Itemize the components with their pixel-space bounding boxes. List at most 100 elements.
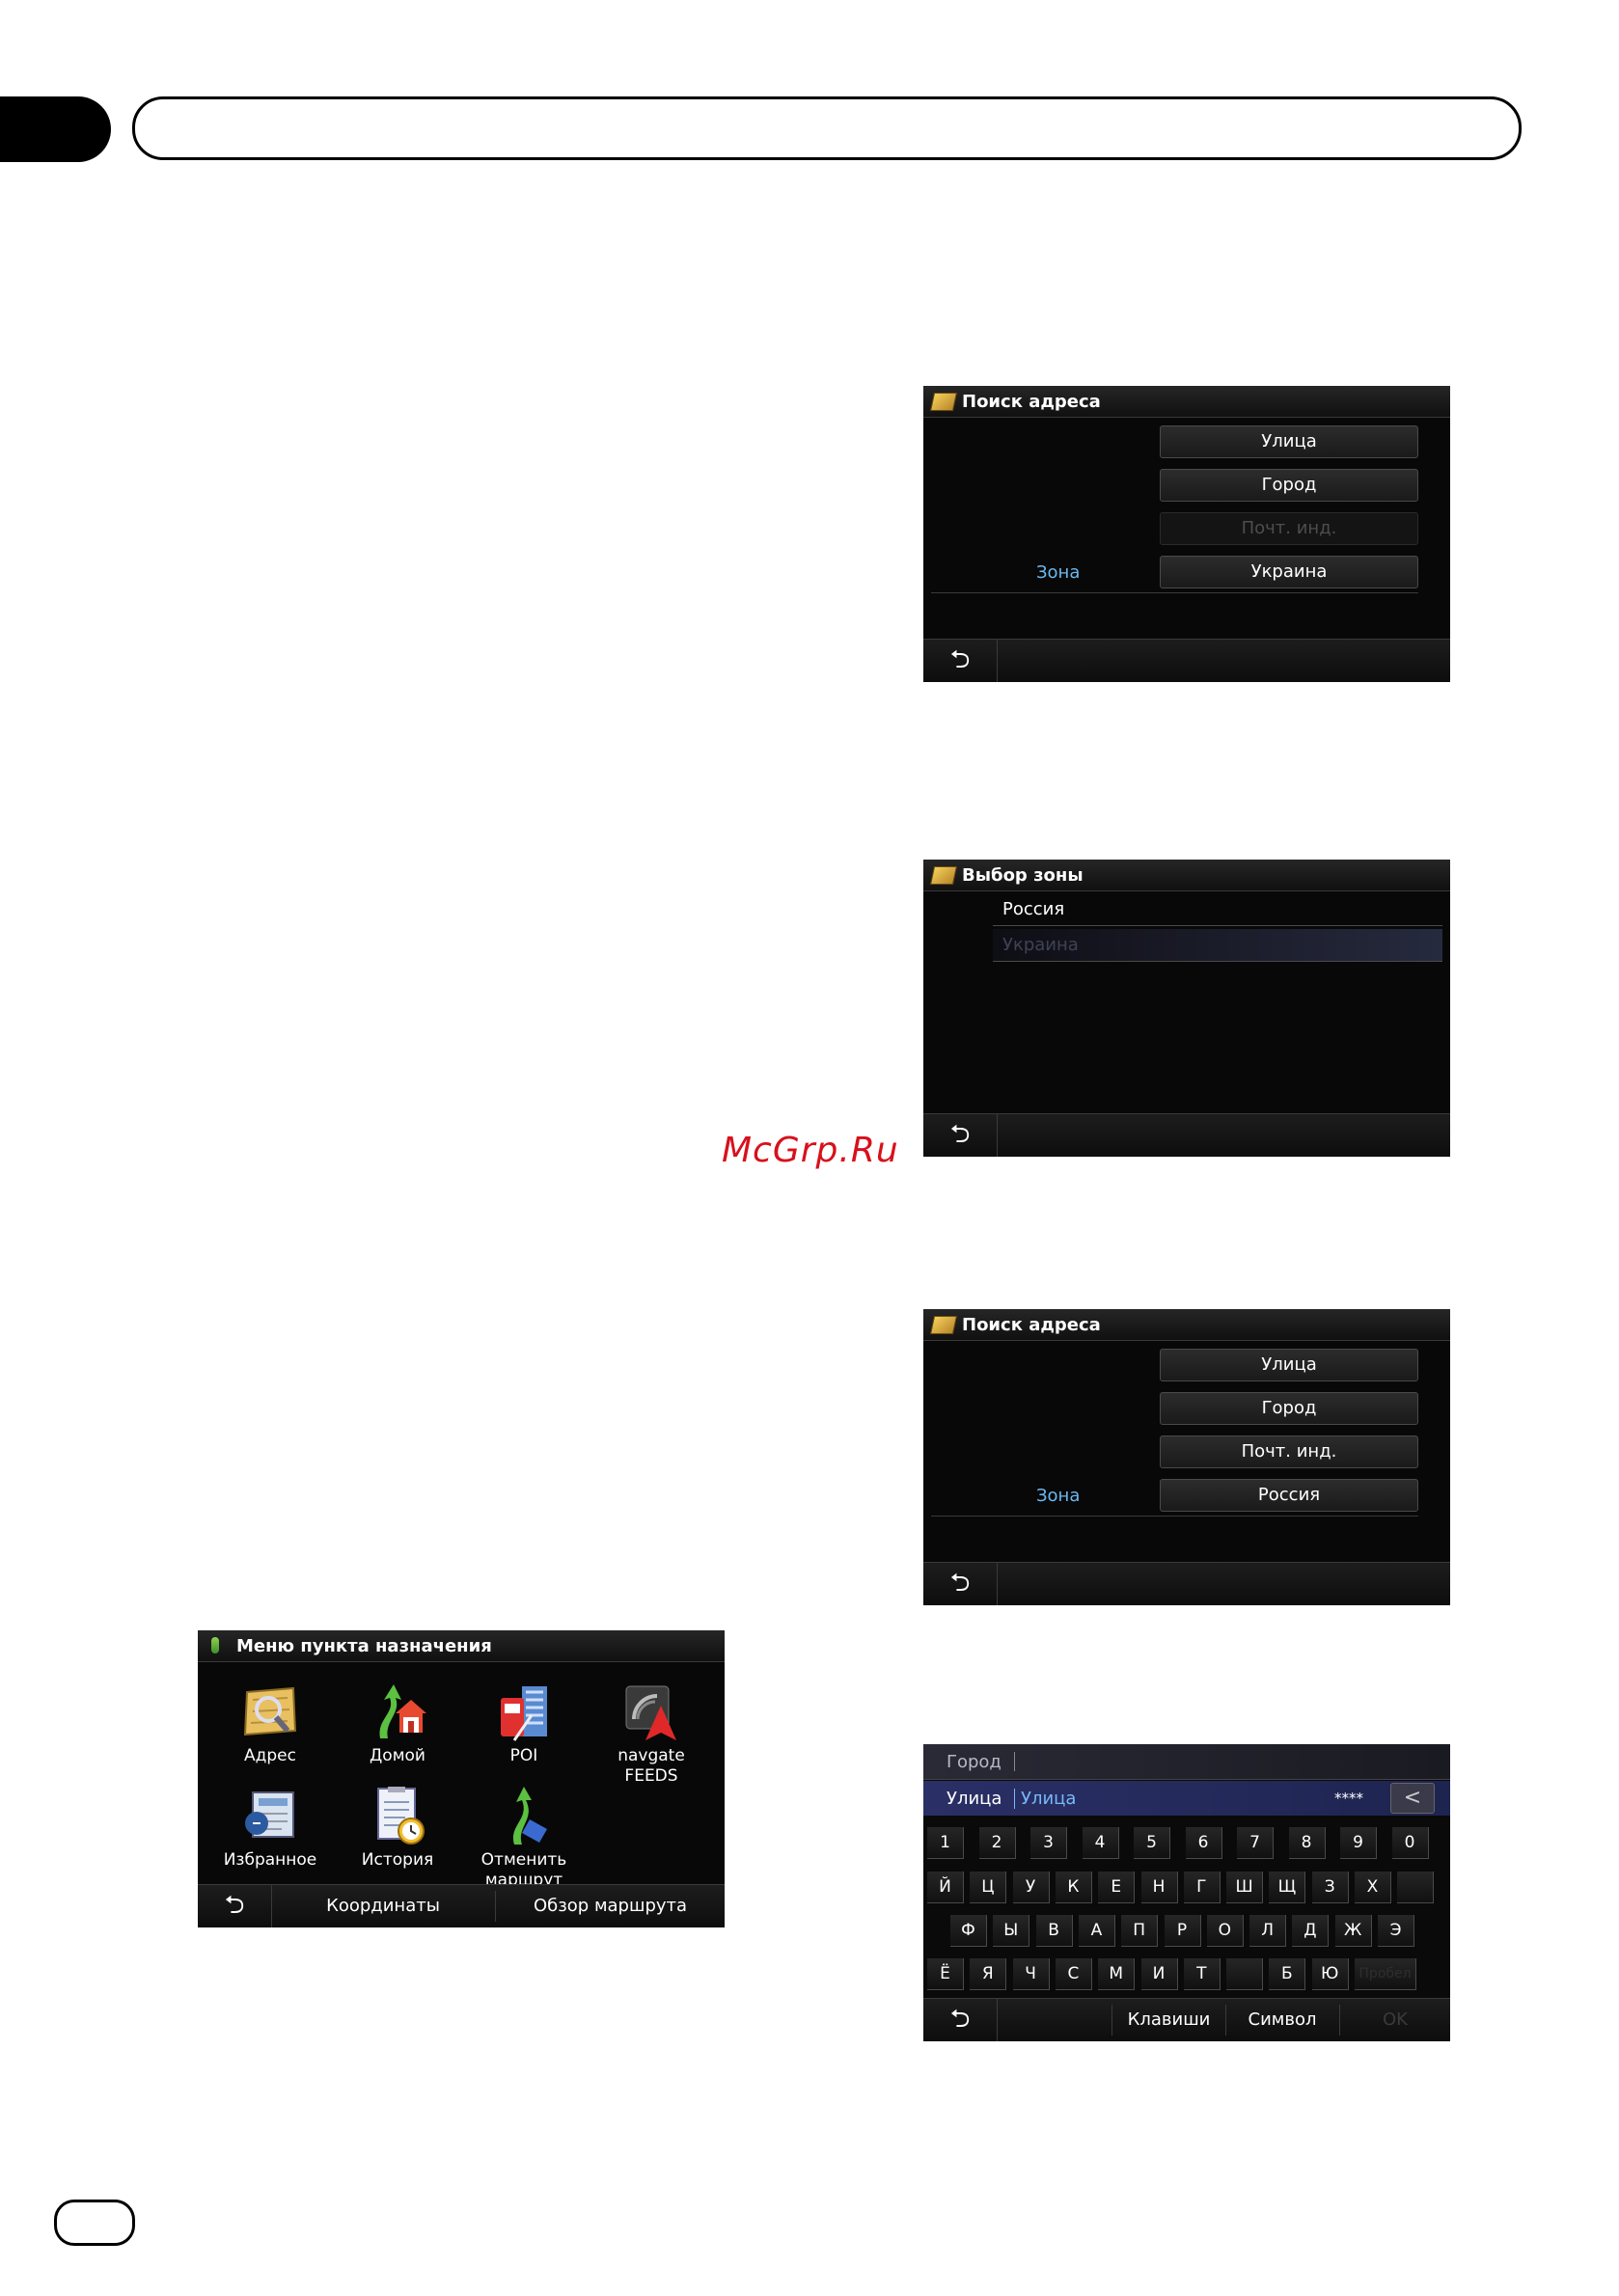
page-number-badge bbox=[54, 2200, 135, 2246]
key[interactable]: С bbox=[1055, 1958, 1092, 1990]
screen-title-bar: Поиск адреса bbox=[923, 386, 1450, 418]
key[interactable]: 2 bbox=[978, 1827, 1016, 1859]
key[interactable] bbox=[1226, 1958, 1264, 1990]
street-field-label: Улица bbox=[947, 1789, 1002, 1809]
key[interactable]: Н bbox=[1140, 1872, 1178, 1903]
screen-title: Поиск адреса bbox=[962, 1315, 1101, 1335]
key[interactable]: Ж bbox=[1334, 1915, 1372, 1947]
key[interactable]: 0 bbox=[1391, 1827, 1429, 1859]
key[interactable]: 7 bbox=[1237, 1827, 1274, 1859]
key[interactable]: Ц bbox=[970, 1872, 1007, 1903]
coordinates-button[interactable]: Координаты bbox=[272, 1885, 494, 1927]
zone-item-russia[interactable]: Россия bbox=[993, 893, 1442, 926]
map-icon bbox=[929, 393, 958, 411]
menu-label: Адрес bbox=[244, 1746, 296, 1765]
key[interactable]: 3 bbox=[1030, 1827, 1067, 1859]
ok-button[interactable]: OK bbox=[1340, 1999, 1450, 2041]
screen-title-bar: Поиск адреса bbox=[923, 1309, 1450, 1341]
key[interactable]: 5 bbox=[1134, 1827, 1170, 1859]
key[interactable]: Пробел bbox=[1355, 1958, 1416, 1990]
zone-button[interactable]: Украина bbox=[1160, 556, 1418, 588]
bottom-bar: ⮌ Координаты Обзор маршрута bbox=[198, 1884, 725, 1927]
key[interactable]: У bbox=[1012, 1872, 1050, 1903]
cancel-route-icon bbox=[493, 1785, 555, 1846]
key[interactable]: Ч bbox=[1012, 1958, 1050, 1990]
street-field-row[interactable]: Улица Улица **** < bbox=[923, 1781, 1450, 1816]
text-cursor bbox=[1014, 1752, 1015, 1771]
key[interactable]: Щ bbox=[1269, 1872, 1306, 1903]
key[interactable]: Е bbox=[1098, 1872, 1136, 1903]
zone-divider bbox=[931, 592, 1418, 593]
back-icon[interactable]: ⮌ bbox=[198, 1885, 272, 1927]
route-overview-button[interactable]: Обзор маршрута bbox=[496, 1885, 725, 1927]
city-button[interactable]: Город bbox=[1160, 1392, 1418, 1425]
street-button[interactable]: Улица bbox=[1160, 425, 1418, 458]
key[interactable]: Ё bbox=[927, 1958, 964, 1990]
key[interactable]: Г bbox=[1183, 1872, 1221, 1903]
menu-item-cancel-route[interactable]: Отменить маршрут bbox=[461, 1785, 587, 1891]
key[interactable]: Б bbox=[1269, 1958, 1306, 1990]
key[interactable]: 4 bbox=[1082, 1827, 1119, 1859]
menu-item-poi[interactable]: POI bbox=[461, 1681, 587, 1766]
bottom-bar: ⮌ bbox=[923, 1562, 1450, 1605]
key[interactable]: 8 bbox=[1288, 1827, 1326, 1859]
city-field-row[interactable]: Город bbox=[923, 1744, 1450, 1780]
zone-button[interactable]: Россия bbox=[1160, 1479, 1418, 1512]
back-icon[interactable]: ⮌ bbox=[923, 1114, 998, 1157]
zone-label: Зона bbox=[1036, 1486, 1081, 1506]
favorites-icon bbox=[239, 1785, 301, 1846]
bottom-bar: ⮌ bbox=[923, 1113, 1450, 1157]
menu-label: Домой bbox=[370, 1746, 425, 1765]
menu-item-address[interactable]: Адрес bbox=[207, 1681, 333, 1766]
key[interactable]: З bbox=[1311, 1872, 1349, 1903]
screen-destination-menu: Меню пункта назначения Адрес Домой POI n… bbox=[198, 1630, 725, 1927]
key[interactable]: О bbox=[1206, 1915, 1244, 1947]
street-button[interactable]: Улица bbox=[1160, 1349, 1418, 1381]
back-icon[interactable]: ⮌ bbox=[923, 1999, 998, 2041]
back-icon[interactable]: ⮌ bbox=[923, 640, 998, 682]
key[interactable]: Ш bbox=[1226, 1872, 1264, 1903]
watermark: McGrp.Ru bbox=[722, 1131, 899, 1170]
key[interactable]: 9 bbox=[1340, 1827, 1377, 1859]
symbol-button[interactable]: Символ bbox=[1226, 1999, 1338, 2041]
postcode-button[interactable]: Почт. инд. bbox=[1160, 1435, 1418, 1468]
key[interactable]: Д bbox=[1292, 1915, 1330, 1947]
menu-item-navgate-feeds[interactable]: navgate FEEDS bbox=[589, 1681, 714, 1787]
key[interactable]: 1 bbox=[927, 1827, 964, 1859]
key[interactable]: В bbox=[1035, 1915, 1073, 1947]
menu-item-home[interactable]: Домой bbox=[335, 1681, 460, 1766]
key[interactable]: И bbox=[1140, 1958, 1178, 1990]
key[interactable]: Т bbox=[1183, 1958, 1221, 1990]
back-icon[interactable]: ⮌ bbox=[923, 1563, 998, 1605]
menu-item-favorites[interactable]: Избранное bbox=[207, 1785, 333, 1871]
key[interactable]: 6 bbox=[1185, 1827, 1222, 1859]
key[interactable]: Ф bbox=[950, 1915, 987, 1947]
backspace-button[interactable]: < bbox=[1390, 1783, 1435, 1814]
key[interactable] bbox=[1397, 1872, 1435, 1903]
key[interactable]: А bbox=[1078, 1915, 1115, 1947]
key[interactable]: П bbox=[1121, 1915, 1159, 1947]
screen-title-bar: Выбор зоны bbox=[923, 860, 1450, 891]
map-icon bbox=[929, 866, 958, 885]
zone-item-ukraine[interactable]: Украина bbox=[993, 929, 1442, 962]
screen-zone-select: Выбор зоны Россия Украина ⮌ bbox=[923, 860, 1450, 1157]
key[interactable]: Р bbox=[1164, 1915, 1201, 1947]
menu-label: Избранное bbox=[223, 1850, 317, 1870]
bottom-bar: ⮌ Клавиши Символ OK bbox=[923, 1998, 1450, 2041]
key[interactable]: Х bbox=[1355, 1872, 1391, 1903]
key[interactable]: Э bbox=[1378, 1915, 1414, 1947]
key[interactable]: Я bbox=[970, 1958, 1007, 1990]
menu-item-history[interactable]: История bbox=[335, 1785, 460, 1871]
key[interactable]: К bbox=[1055, 1872, 1092, 1903]
menu-label: navgate FEEDS bbox=[617, 1746, 685, 1786]
menu-label: POI bbox=[509, 1746, 538, 1765]
key[interactable]: Й bbox=[927, 1872, 964, 1903]
postcode-button[interactable]: Почт. инд. bbox=[1160, 512, 1418, 545]
key[interactable]: Ы bbox=[993, 1915, 1030, 1947]
keys-button[interactable]: Клавиши bbox=[1112, 1999, 1225, 2041]
key[interactable]: М bbox=[1098, 1958, 1136, 1990]
history-icon bbox=[367, 1785, 428, 1846]
key[interactable]: Ю bbox=[1311, 1958, 1349, 1990]
key[interactable]: Л bbox=[1249, 1915, 1287, 1947]
city-button[interactable]: Город bbox=[1160, 469, 1418, 502]
